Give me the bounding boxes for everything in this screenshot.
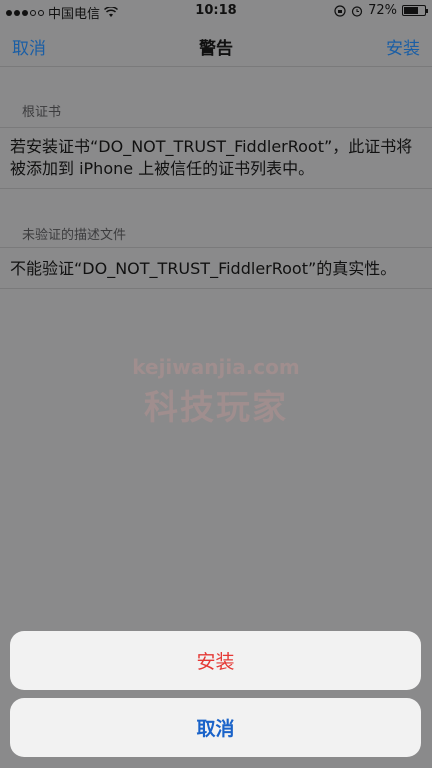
watermark-url: kejiwanjia.com — [132, 355, 300, 379]
cancel-button[interactable]: 取消 — [10, 698, 421, 757]
battery-icon — [402, 5, 428, 16]
navigation-bar: 取消 警告 安装 — [0, 22, 432, 67]
status-right: 72% — [334, 3, 428, 18]
watermark-text: 科技玩家 — [144, 388, 288, 428]
install-nav-button[interactable]: 安装 — [386, 34, 420, 59]
rotation-lock-icon — [334, 4, 346, 17]
battery-percent: 72% — [368, 3, 397, 18]
status-bar: 中国电信 10:18 72% — [0, 0, 432, 22]
root-certificate-description: 若安装证书“DO_NOT_TRUST_FiddlerRoot”，此证书将被添加到… — [0, 127, 432, 189]
alarm-icon — [351, 5, 363, 17]
battery-fill — [404, 7, 418, 14]
install-button[interactable]: 安装 — [10, 631, 421, 690]
unverified-profile-description: 不能验证“DO_NOT_TRUST_FiddlerRoot”的真实性。 — [0, 247, 432, 289]
page-title: 警告 — [199, 39, 233, 59]
section-header-root-certificate: 根证书 — [22, 105, 62, 120]
section-header-unverified-profile: 未验证的描述文件 — [22, 228, 127, 243]
